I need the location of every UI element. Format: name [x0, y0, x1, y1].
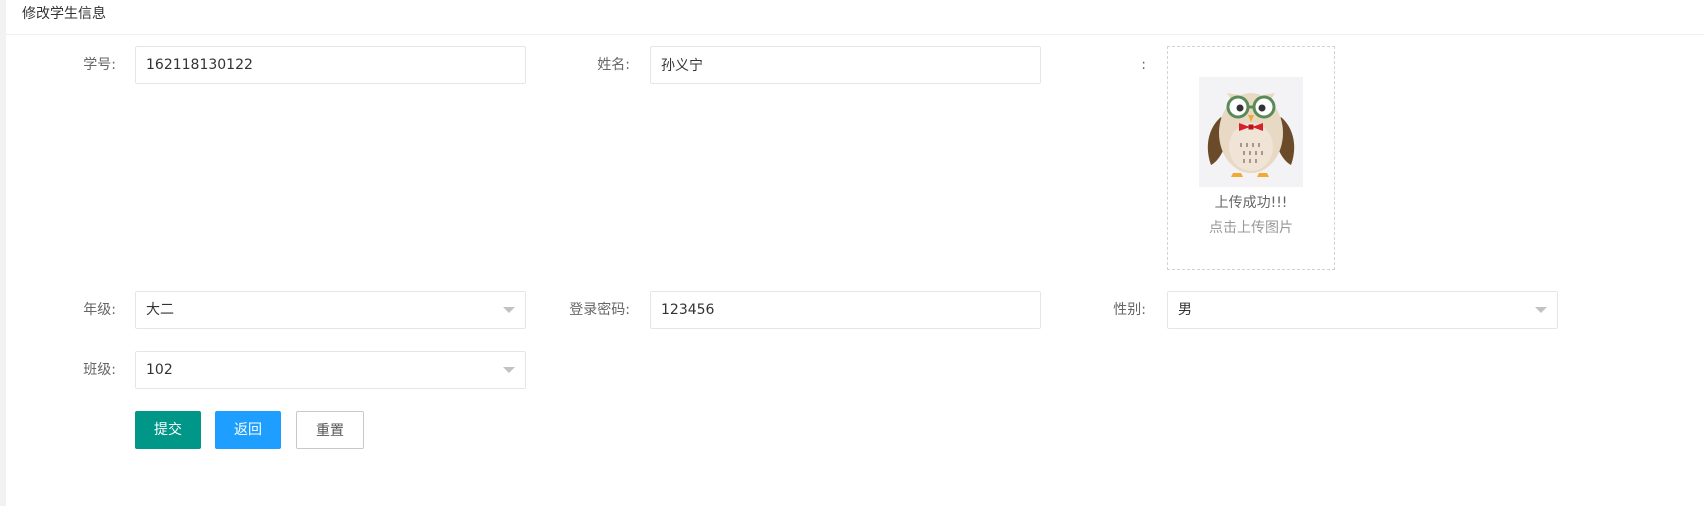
class-select-value: 102: [146, 362, 173, 378]
photo-label: :: [1141, 57, 1146, 73]
gender-label: 性别:: [1113, 302, 1146, 318]
submit-button[interactable]: 提交: [135, 411, 201, 449]
caret-down-icon: [1535, 307, 1547, 313]
page-title: 修改学生信息: [22, 6, 106, 22]
name-input[interactable]: [650, 46, 1041, 84]
grade-label: 年级:: [83, 302, 116, 318]
card-header: 修改学生信息: [6, 0, 1704, 35]
class-select[interactable]: 102: [135, 351, 526, 389]
gender-select[interactable]: 男: [1167, 291, 1558, 329]
name-label: 姓名:: [597, 57, 630, 73]
class-label: 班级:: [83, 362, 116, 378]
gender-select-value: 男: [1178, 302, 1192, 318]
password-label: 登录密码:: [569, 302, 630, 318]
caret-down-icon: [503, 367, 515, 373]
grade-select-value: 大二: [146, 302, 174, 318]
back-button[interactable]: 返回: [215, 411, 281, 449]
reset-button[interactable]: 重置: [296, 411, 364, 449]
upload-hint[interactable]: 点击上传图片: [1168, 217, 1334, 237]
caret-down-icon: [503, 307, 515, 313]
student-id-input[interactable]: [135, 46, 526, 84]
student-id-label: 学号:: [83, 57, 116, 73]
upload-status: 上传成功!!!: [1214, 195, 1288, 211]
edit-student-card: 修改学生信息 学号: 姓名: :: [6, 0, 1704, 506]
password-input[interactable]: [650, 291, 1041, 329]
owl-avatar: [1199, 77, 1303, 187]
photo-upload-area[interactable]: 上传成功!!! 点击上传图片: [1167, 46, 1335, 270]
grade-select[interactable]: 大二: [135, 291, 526, 329]
